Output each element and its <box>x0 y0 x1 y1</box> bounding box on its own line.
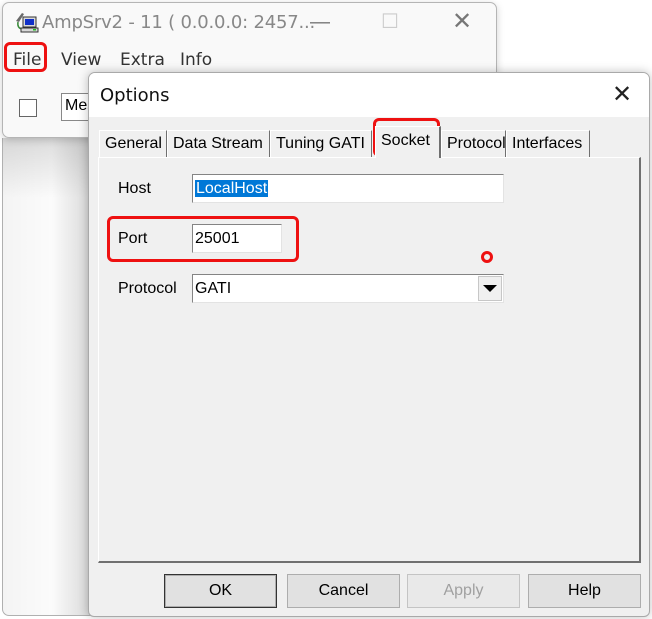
main-title-bar[interactable]: AmpSrv2 - 11 ( 0.0.0.0: 2457... — ☐ ✕ <box>3 3 496 41</box>
menu-extra[interactable]: Extra <box>114 45 171 75</box>
protocol-select[interactable]: GATI <box>192 274 504 303</box>
chevron-down-icon <box>483 285 497 292</box>
close-icon: ✕ <box>611 81 633 108</box>
dialog-title: Options <box>100 85 170 106</box>
maximize-button[interactable]: ☐ <box>367 7 413 37</box>
host-label: Host <box>118 180 151 197</box>
protocol-dropdown-button[interactable] <box>478 276 502 301</box>
menu-file[interactable]: File <box>7 45 47 75</box>
tab-tuning-gati[interactable]: Tuning GATI <box>270 130 372 157</box>
main-window-title: AmpSrv2 - 11 ( 0.0.0.0: 2457... <box>42 12 316 33</box>
apply-button[interactable]: Apply <box>407 574 520 608</box>
tab-socket[interactable]: Socket <box>375 126 441 158</box>
port-value: 25001 <box>195 230 240 247</box>
protocol-value: GATI <box>195 280 232 297</box>
menu-info[interactable]: Info <box>174 45 218 75</box>
main-checkbox[interactable] <box>19 99 37 117</box>
maximize-icon: ☐ <box>381 11 399 33</box>
tab-general[interactable]: General <box>99 130 167 157</box>
port-label: Port <box>118 230 148 247</box>
dialog-title-bar[interactable]: Options ✕ <box>89 73 649 117</box>
socket-tab-panel: Host LocalHost Port 25001 Protocol GATI <box>98 157 641 563</box>
dialog-close-button[interactable]: ✕ <box>605 79 639 111</box>
options-dialog: Options ✕ General Data Stream Tuning GAT… <box>88 72 650 617</box>
menu-bar: File View Extra Info <box>3 45 496 75</box>
host-value: LocalHost <box>195 180 269 197</box>
close-button[interactable]: ✕ <box>439 7 485 37</box>
tab-interfaces[interactable]: Interfaces <box>506 130 590 157</box>
protocol-label: Protocol <box>118 280 177 297</box>
tab-data-stream[interactable]: Data Stream <box>167 130 270 157</box>
port-input[interactable]: 25001 <box>192 224 282 253</box>
minimize-button[interactable]: — <box>297 7 343 37</box>
tab-protocol[interactable]: Protocol <box>441 130 506 157</box>
close-icon: ✕ <box>451 8 473 35</box>
cancel-button[interactable]: Cancel <box>287 574 400 608</box>
network-computer-icon <box>16 13 39 33</box>
main-window-frame <box>2 138 92 616</box>
menu-view[interactable]: View <box>55 45 107 75</box>
click-marker <box>481 251 493 263</box>
help-button[interactable]: Help <box>528 574 641 608</box>
ok-button[interactable]: OK <box>164 574 277 608</box>
host-input[interactable]: LocalHost <box>192 174 504 203</box>
